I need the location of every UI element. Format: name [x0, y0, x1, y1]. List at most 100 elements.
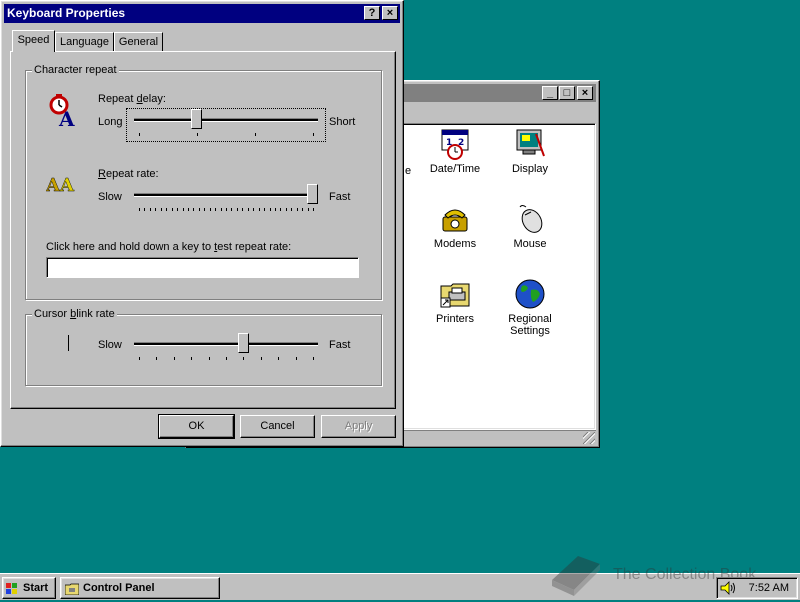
date-time-label: Date/Time [429, 163, 481, 175]
cursor-blink-max-label: Fast [329, 339, 351, 351]
slider-tick [261, 357, 262, 360]
slider-tick [313, 357, 314, 360]
display-item[interactable]: Display [495, 128, 565, 175]
clock[interactable]: 7:52 AM [749, 582, 789, 594]
tab-language[interactable]: Language [55, 32, 114, 52]
maximize-button[interactable]: □ [559, 86, 575, 100]
slider-tick [248, 208, 249, 211]
slider-tick [270, 208, 271, 211]
repeat-rate-thumb[interactable] [307, 184, 318, 204]
control-panel-small-icon [64, 582, 80, 602]
slider-tick [278, 357, 279, 360]
slider-tick [150, 208, 151, 211]
character-repeat-label: Character repeat [32, 64, 119, 76]
slider-tick [166, 208, 167, 211]
cursor-blink-ticks [139, 357, 314, 361]
system-tray: 7:52 AM [716, 577, 798, 599]
character-repeat-group: Character repeat A Repeat delay: Long Sh… [25, 64, 382, 300]
apply-button[interactable]: Apply [321, 415, 396, 438]
slider-tick [313, 133, 314, 136]
cursor-blink-slider[interactable] [127, 333, 325, 365]
cursor-blink-track [134, 342, 318, 346]
slider-tick [156, 357, 157, 360]
cursor-blink-label: Cursor blink rate [32, 308, 117, 320]
minimize-button[interactable]: _ [542, 86, 558, 100]
help-button[interactable]: ? [364, 6, 380, 20]
windows-logo-icon [6, 582, 18, 594]
slider-tick [291, 208, 292, 211]
slider-tick [155, 208, 156, 211]
repeat-delay-min-label: Long [98, 116, 123, 128]
slider-tick [231, 208, 232, 211]
repeat-delay-icon: A [47, 94, 81, 131]
slider-tick [144, 208, 145, 211]
repeat-rate-slider[interactable] [127, 184, 325, 216]
printers-label: Printers [436, 313, 474, 325]
slider-tick [226, 208, 227, 211]
repeat-rate-track [134, 193, 318, 197]
date-time-item[interactable]: 1 2 Date/Time [420, 128, 490, 175]
cancel-button[interactable]: Cancel [240, 415, 315, 438]
repeat-delay-slider[interactable] [126, 108, 326, 142]
slider-tick [302, 208, 303, 211]
slider-tick [313, 208, 314, 211]
svg-text:A: A [58, 107, 75, 128]
slider-tick [183, 208, 184, 211]
tab-general[interactable]: General [114, 32, 163, 52]
cursor-blink-thumb[interactable] [237, 333, 249, 353]
repeat-rate-ticks [139, 208, 314, 212]
repeat-delay-label: Repeat delay: [98, 93, 166, 105]
slider-tick [280, 208, 281, 211]
slider-tick [210, 208, 211, 211]
start-button[interactable]: Start [2, 577, 56, 599]
keyboard-properties-dialog[interactable]: Keyboard Properties ? × Speed Language G… [0, 0, 404, 447]
slider-tick [242, 208, 243, 211]
printers-item[interactable]: Printers [420, 278, 490, 325]
globe-icon [514, 278, 546, 310]
test-repeat-input[interactable] [46, 257, 359, 278]
slider-tick [172, 208, 173, 211]
taskbar-item-label: Control Panel [83, 582, 155, 594]
start-label: Start [23, 582, 49, 594]
slider-tick [308, 208, 309, 211]
slider-tick [264, 208, 265, 211]
slider-tick [188, 208, 189, 211]
slider-tick [161, 208, 162, 211]
dialog-titlebar[interactable]: Keyboard Properties ? × [4, 4, 400, 23]
repeat-rate-icon: A A [45, 171, 82, 198]
cursor-blink-group: Cursor blink rate Slow Fast [25, 308, 382, 386]
close-button[interactable]: × [577, 86, 593, 100]
repeat-delay-ticks [139, 133, 314, 137]
cursor-blink-min-label: Slow [98, 339, 122, 351]
tab-speed[interactable]: Speed [12, 30, 55, 52]
slider-tick [139, 357, 140, 360]
slider-tick [204, 208, 205, 211]
modem-phone-icon [439, 203, 471, 235]
printer-folder-icon [439, 278, 471, 310]
taskbar-item-control-panel[interactable]: Control Panel [60, 577, 220, 599]
repeat-rate-max-label: Fast [329, 191, 351, 203]
display-label: Display [511, 163, 549, 175]
mouse-item[interactable]: Mouse [495, 203, 565, 250]
repeat-delay-thumb[interactable] [191, 109, 203, 129]
modems-label: Modems [433, 238, 477, 250]
book-icon [548, 552, 604, 601]
slider-tick [259, 208, 260, 211]
svg-text:A: A [59, 175, 75, 195]
regional-settings-item[interactable]: Regional Settings [495, 278, 565, 337]
ok-button[interactable]: OK [158, 414, 235, 439]
display-icon [514, 128, 546, 160]
volume-icon[interactable] [720, 581, 736, 598]
svg-text:A: A [46, 175, 61, 195]
slider-tick [275, 208, 276, 211]
slider-tick [174, 357, 175, 360]
repeat-rate-min-label: Slow [98, 191, 122, 203]
modems-item[interactable]: Modems [420, 203, 490, 250]
slider-tick [139, 133, 140, 136]
slider-tick [286, 208, 287, 211]
slider-tick [296, 357, 297, 360]
slider-tick [177, 208, 178, 211]
resize-grip[interactable] [583, 432, 595, 444]
close-button[interactable]: × [382, 6, 398, 20]
slider-tick [237, 208, 238, 211]
